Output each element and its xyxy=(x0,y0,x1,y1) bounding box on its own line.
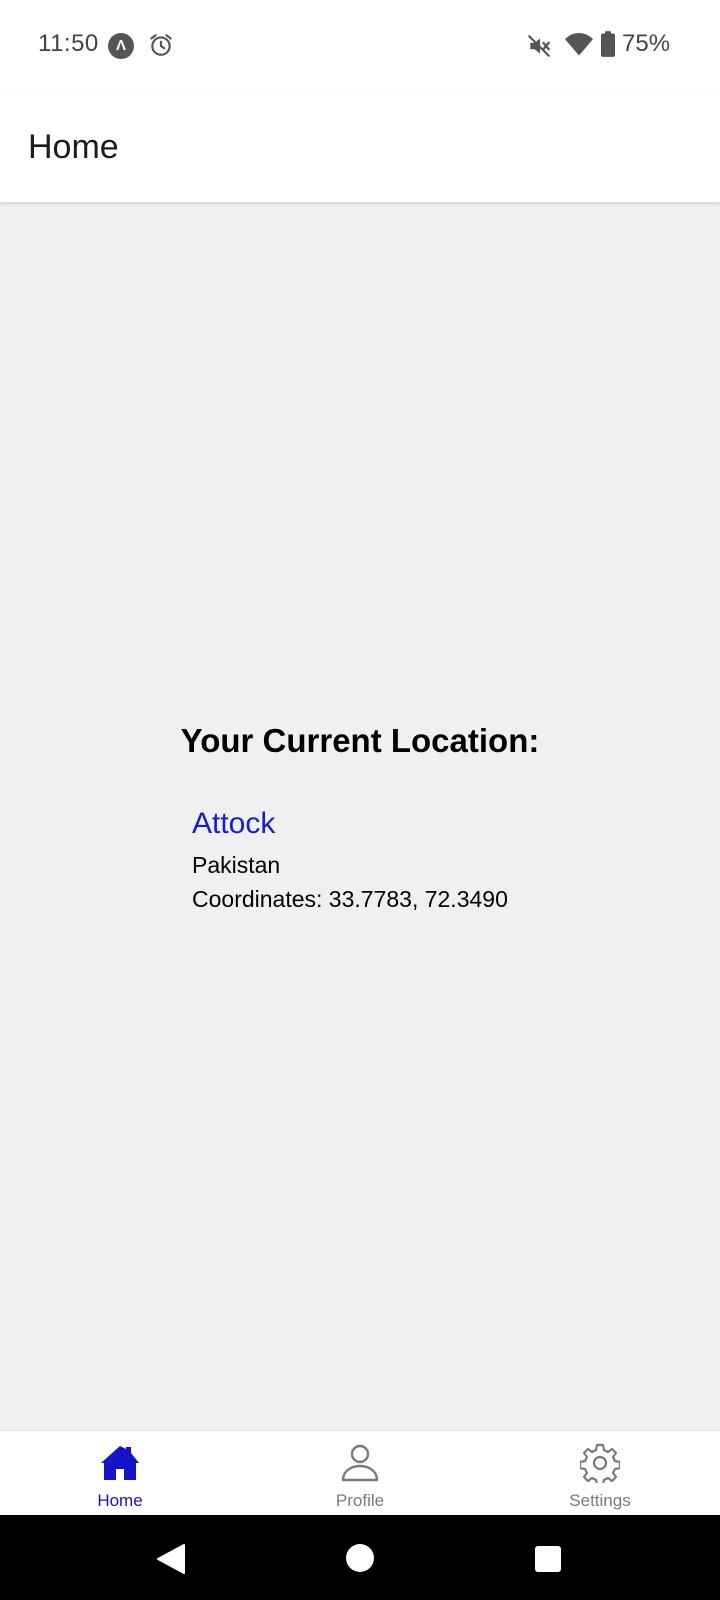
app-notification-icon: Λ xyxy=(108,33,134,59)
country-name: Pakistan xyxy=(192,852,281,878)
bottom-tab-bar: Home Profile Settings xyxy=(0,1430,720,1515)
recents-icon[interactable] xyxy=(534,1545,562,1573)
coordinates-text: Coordinates: 33.7783, 72.3490 xyxy=(192,886,508,912)
wifi-icon xyxy=(565,33,593,56)
tab-home-label: Home xyxy=(97,1491,143,1510)
mute-icon xyxy=(528,35,550,57)
tab-home[interactable]: Home xyxy=(0,1431,240,1516)
tab-profile-label: Profile xyxy=(335,1491,385,1510)
home-circle-icon[interactable] xyxy=(345,1543,375,1573)
person-icon xyxy=(341,1444,379,1482)
gear-icon xyxy=(580,1443,620,1483)
tab-settings[interactable]: Settings xyxy=(480,1431,720,1516)
status-time: 11:50 xyxy=(38,30,99,57)
tab-settings-label: Settings xyxy=(569,1491,631,1510)
location-details: Attock Pakistan Coordinates: 33.7783, 72… xyxy=(192,804,508,916)
back-icon[interactable] xyxy=(156,1543,186,1575)
status-bar: 11:50 Λ 75% xyxy=(0,0,720,90)
tab-profile[interactable]: Profile xyxy=(240,1431,480,1516)
alarm-icon xyxy=(150,34,172,56)
page-title: Home xyxy=(28,128,119,166)
battery-percent: 75% xyxy=(622,30,671,57)
home-icon xyxy=(101,1446,139,1480)
city-name: Attock xyxy=(192,807,276,840)
location-heading: Your Current Location: xyxy=(180,722,540,759)
battery-icon xyxy=(601,31,615,57)
app-bar: Home xyxy=(0,90,720,202)
